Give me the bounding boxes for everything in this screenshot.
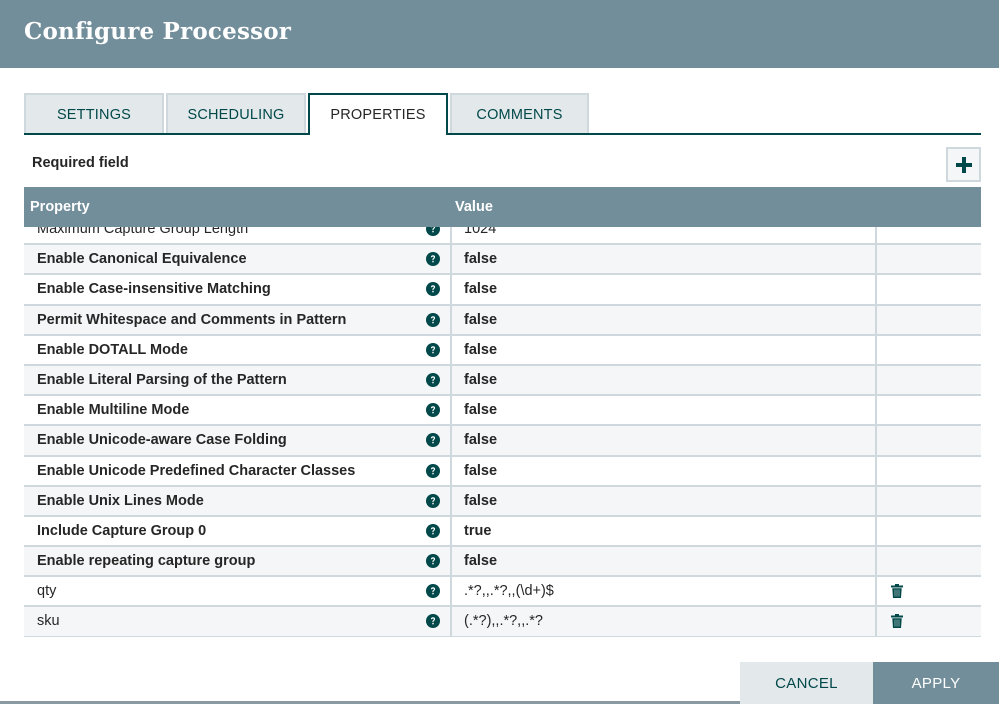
table-row[interactable]: Enable Canonical Equivalence false xyxy=(24,245,981,276)
tab-bar: SETTINGS SCHEDULING PROPERTIES COMMENTS xyxy=(24,93,981,135)
help-icon[interactable] xyxy=(426,584,440,599)
column-divider xyxy=(875,486,877,517)
help-icon[interactable] xyxy=(426,403,440,418)
property-value[interactable]: false xyxy=(464,312,497,328)
help-icon[interactable] xyxy=(426,463,440,478)
add-property-button[interactable] xyxy=(946,147,981,182)
table-row[interactable]: Enable repeating capture group false xyxy=(24,547,981,578)
column-divider xyxy=(875,275,877,306)
property-value[interactable]: false xyxy=(464,402,497,418)
property-name: Enable DOTALL Mode xyxy=(37,341,188,358)
table-row[interactable]: Enable Unicode-aware Case Folding false xyxy=(24,426,981,457)
property-value[interactable]: false xyxy=(464,281,497,297)
apply-button[interactable]: APPLY xyxy=(873,662,999,704)
help-icon[interactable] xyxy=(426,282,440,297)
help-icon[interactable] xyxy=(426,372,440,387)
column-header-value[interactable]: Value xyxy=(455,199,493,215)
property-value[interactable]: true xyxy=(464,523,491,539)
dialog-title: Configure Processor xyxy=(24,18,292,45)
property-name: Enable Unicode-aware Case Folding xyxy=(37,432,287,449)
column-divider xyxy=(450,547,452,578)
table-row[interactable]: qty .*?,,.*?,,(\d+)$ xyxy=(24,577,981,608)
property-value[interactable]: false xyxy=(464,553,497,569)
table-body[interactable]: Maximum Capture Group Length 1024 Enable C… xyxy=(24,215,981,637)
property-value[interactable]: false xyxy=(464,372,497,388)
table-row[interactable]: Enable Unix Lines Mode false xyxy=(24,486,981,517)
help-icon[interactable] xyxy=(426,554,440,569)
property-value[interactable]: (.*?),,.*?,,.*? xyxy=(464,613,543,629)
tab-scheduling[interactable]: SCHEDULING xyxy=(166,93,306,133)
column-divider xyxy=(875,305,877,336)
table-header: Property Value xyxy=(24,187,981,227)
property-name: Enable Case-insensitive Matching xyxy=(37,281,271,298)
column-divider xyxy=(450,607,452,637)
property-name: Enable Multiline Mode xyxy=(37,402,190,419)
help-icon[interactable] xyxy=(426,312,440,327)
column-header-property[interactable]: Property xyxy=(30,199,90,215)
column-divider xyxy=(875,607,877,637)
help-icon[interactable] xyxy=(426,493,440,508)
column-divider xyxy=(875,516,877,548)
tab-settings[interactable]: SETTINGS xyxy=(24,93,164,133)
property-value[interactable]: false xyxy=(464,432,497,448)
property-name: qty xyxy=(37,583,57,600)
dialog-header: Configure Processor xyxy=(0,0,999,68)
property-name: sku xyxy=(37,613,60,630)
property-name: Enable repeating capture group xyxy=(37,553,256,570)
property-name: Enable Unix Lines Mode xyxy=(37,492,204,509)
tab-comments[interactable]: COMMENTS xyxy=(450,93,589,133)
column-divider xyxy=(450,486,452,517)
property-value[interactable]: false xyxy=(464,463,497,479)
table-row[interactable]: Enable Multiline Mode false xyxy=(24,396,981,427)
column-divider xyxy=(450,426,452,457)
table-row[interactable]: Include Capture Group 0 true xyxy=(24,516,981,548)
column-divider xyxy=(875,577,877,608)
column-divider xyxy=(875,245,877,276)
column-divider xyxy=(450,245,452,276)
column-divider xyxy=(875,396,877,427)
column-divider xyxy=(450,456,452,487)
help-icon[interactable] xyxy=(426,433,440,448)
property-value[interactable]: false xyxy=(464,342,497,358)
tab-properties[interactable]: PROPERTIES xyxy=(308,93,448,135)
column-divider xyxy=(450,275,452,306)
help-icon[interactable] xyxy=(426,342,440,357)
column-divider xyxy=(450,365,452,397)
trash-icon[interactable] xyxy=(891,584,903,599)
property-name: Enable Unicode Predefined Character Clas… xyxy=(37,462,356,479)
table-row[interactable]: Enable DOTALL Mode false xyxy=(24,335,981,366)
help-icon[interactable] xyxy=(426,614,440,629)
help-icon[interactable] xyxy=(426,252,440,267)
column-divider xyxy=(875,547,877,578)
property-value[interactable]: false xyxy=(464,251,497,267)
column-divider xyxy=(450,335,452,366)
required-field-label: Required field xyxy=(32,155,129,171)
property-name: Enable Literal Parsing of the Pattern xyxy=(37,371,287,388)
properties-table: Property Value Maximum Capture Group Len… xyxy=(24,187,981,637)
property-name: Enable Canonical Equivalence xyxy=(37,251,247,268)
column-divider xyxy=(450,396,452,427)
property-value[interactable]: .*?,,.*?,,(\d+)$ xyxy=(464,583,554,599)
table-row[interactable]: Enable Case-insensitive Matching false xyxy=(24,275,981,306)
property-value[interactable]: false xyxy=(464,493,497,509)
column-divider xyxy=(450,516,452,548)
property-name: Include Capture Group 0 xyxy=(37,522,207,539)
trash-icon[interactable] xyxy=(891,614,903,629)
help-icon[interactable] xyxy=(426,523,440,538)
table-row[interactable]: Enable Unicode Predefined Character Clas… xyxy=(24,456,981,487)
column-divider xyxy=(450,577,452,608)
table-row[interactable]: sku (.*?),,.*?,,.*? xyxy=(24,607,981,637)
column-divider xyxy=(875,365,877,397)
plus-icon xyxy=(955,156,972,173)
column-divider xyxy=(875,335,877,366)
column-divider xyxy=(875,456,877,487)
column-divider xyxy=(450,305,452,336)
table-row[interactable]: Permit Whitespace and Comments in Patter… xyxy=(24,305,981,336)
table-row[interactable]: Enable Literal Parsing of the Pattern fal… xyxy=(24,365,981,397)
property-name: Permit Whitespace and Comments in Patter… xyxy=(37,311,347,328)
column-divider xyxy=(875,426,877,457)
cancel-button[interactable]: CANCEL xyxy=(740,662,873,704)
